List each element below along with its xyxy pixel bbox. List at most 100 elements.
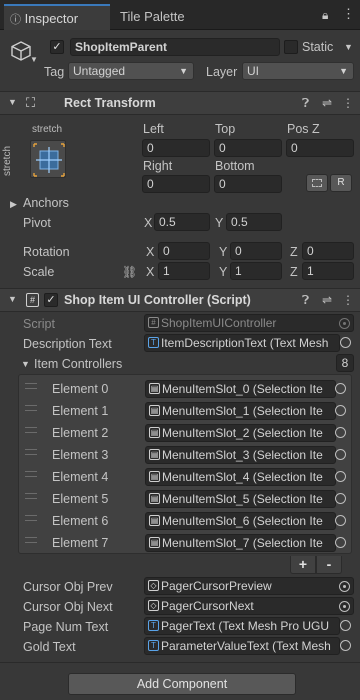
drag-handle-icon[interactable] (25, 405, 37, 411)
element-value: MenuItemSlot_3 (Selection Ite (162, 448, 323, 462)
pivot-label: Pivot (23, 216, 51, 230)
component-menu-icon[interactable]: ⋮ (342, 96, 354, 110)
scale-x-field[interactable]: 1 (158, 262, 210, 280)
foldout-arrow-icon[interactable]: ▼ (8, 294, 17, 304)
item-controllers-size-field[interactable]: 8 (336, 354, 354, 372)
gameobject-small-icon: ◇ (148, 580, 159, 591)
script-value: ShopItemUIController (161, 316, 277, 330)
bottom-field[interactable]: 0 (214, 175, 282, 193)
controller-title: Shop Item UI Controller (Script) (64, 293, 251, 307)
object-picker-icon[interactable] (335, 515, 346, 526)
top-field[interactable]: 0 (214, 139, 282, 157)
component-menu-icon[interactable]: ⋮ (342, 293, 354, 307)
icon-dropdown-caret[interactable]: ▼ (30, 55, 38, 64)
active-checkbox[interactable]: ✓ (50, 40, 64, 54)
selection-item-icon: ▤ (149, 537, 160, 548)
drag-handle-icon[interactable] (25, 537, 37, 543)
list-item[interactable]: Element 1 ▤ MenuItemSlot_1 (Selection It… (19, 400, 351, 422)
cursor-prev-field[interactable]: ◇ PagerCursorPreview (144, 577, 354, 595)
item-controllers-label[interactable]: Item Controllers (34, 357, 122, 371)
item-controllers-foldout-icon[interactable]: ▼ (21, 359, 30, 369)
description-text-label: Description Text (23, 337, 112, 351)
layer-dropdown[interactable]: UI ▼ (242, 62, 354, 80)
link-icon[interactable]: ⛓︎ (122, 265, 137, 279)
list-item[interactable]: Element 0 ▤ MenuItemSlot_0 (Selection It… (19, 378, 351, 400)
drag-handle-icon[interactable] (25, 449, 37, 455)
list-item[interactable]: Element 3 ▤ MenuItemSlot_3 (Selection It… (19, 444, 351, 466)
tab-inspector[interactable]: ⓘ Inspector (4, 4, 110, 30)
rotation-z-field[interactable]: 0 (302, 242, 354, 260)
element-field[interactable]: ▤ MenuItemSlot_7 (Selection Ite (145, 534, 336, 552)
description-text-field[interactable]: T ItemDescriptionText (Text Mesh (144, 334, 340, 352)
pivot-x-field[interactable]: 0.5 (154, 213, 210, 231)
element-field[interactable]: ▤ MenuItemSlot_3 (Selection Ite (145, 446, 336, 464)
posz-field[interactable]: 0 (286, 139, 354, 157)
controller-enabled-checkbox[interactable]: ✓ (44, 293, 58, 307)
drag-handle-icon[interactable] (25, 383, 37, 389)
list-item[interactable]: Element 4 ▤ MenuItemSlot_4 (Selection It… (19, 466, 351, 488)
raw-edit-button[interactable]: R (330, 174, 352, 192)
preset-icon[interactable]: ⇌ (322, 96, 332, 110)
tag-dropdown[interactable]: Untagged ▼ (68, 62, 194, 80)
anchors-foldout-icon[interactable]: ▶ (10, 199, 17, 210)
drag-handle-icon[interactable] (25, 427, 37, 433)
object-picker-icon[interactable] (335, 405, 346, 416)
object-picker-icon[interactable] (335, 427, 346, 438)
object-picker-icon[interactable] (335, 383, 346, 394)
left-field[interactable]: 0 (142, 139, 210, 157)
scale-z-field[interactable]: 1 (302, 262, 354, 280)
object-picker-icon[interactable] (340, 640, 351, 651)
more-menu-icon[interactable]: ⋮ (342, 6, 355, 22)
drag-handle-icon[interactable] (25, 515, 37, 521)
object-picker-icon[interactable] (339, 601, 350, 612)
add-element-button[interactable]: + (290, 556, 316, 574)
element-field[interactable]: ▤ MenuItemSlot_5 (Selection Ite (145, 490, 336, 508)
anchors-label[interactable]: Anchors (23, 196, 69, 210)
help-icon[interactable]: ❓︎ (302, 293, 309, 308)
rotation-y-field[interactable]: 0 (230, 242, 282, 260)
element-value: MenuItemSlot_4 (Selection Ite (162, 470, 323, 484)
help-icon[interactable]: ❓︎ (302, 96, 309, 111)
gold-text-field[interactable]: T ParameterValueText (Text Mesh (144, 637, 340, 655)
object-picker-icon[interactable] (339, 581, 350, 592)
drag-handle-icon[interactable] (25, 471, 37, 477)
element-field[interactable]: ▤ MenuItemSlot_6 (Selection Ite (145, 512, 336, 530)
element-label: Element 0 (52, 382, 109, 396)
static-dropdown-caret[interactable]: ▼ (344, 42, 353, 52)
gameobject-name-field[interactable]: ShopItemParent (70, 38, 280, 56)
list-item[interactable]: Element 6 ▤ MenuItemSlot_6 (Selection It… (19, 510, 351, 532)
element-field[interactable]: ▤ MenuItemSlot_2 (Selection Ite (145, 424, 336, 442)
object-picker-icon[interactable] (340, 620, 351, 631)
list-item[interactable]: Element 5 ▤ MenuItemSlot_5 (Selection It… (19, 488, 351, 510)
right-field[interactable]: 0 (142, 175, 210, 193)
rotation-x-field[interactable]: 0 (158, 242, 210, 260)
cursor-next-field[interactable]: ◇ PagerCursorNext (144, 597, 354, 615)
object-picker-icon[interactable] (335, 493, 346, 504)
static-checkbox[interactable] (284, 40, 298, 54)
remove-element-button[interactable]: - (316, 556, 342, 574)
controller-header[interactable]: ▼ # ✓ Shop Item UI Controller (Script) ❓… (0, 288, 360, 312)
pivot-y-field[interactable]: 0.5 (226, 213, 282, 231)
add-component-button[interactable]: Add Component (68, 673, 296, 695)
object-picker-icon[interactable] (335, 449, 346, 460)
element-field[interactable]: ▤ MenuItemSlot_4 (Selection Ite (145, 468, 336, 486)
element-field[interactable]: ▤ MenuItemSlot_1 (Selection Ite (145, 402, 336, 420)
list-item[interactable]: Element 2 ▤ MenuItemSlot_2 (Selection It… (19, 422, 351, 444)
object-picker-icon[interactable] (335, 471, 346, 482)
scale-y-field[interactable]: 1 (230, 262, 282, 280)
foldout-arrow-icon[interactable]: ▼ (8, 97, 17, 107)
anchor-presets-button[interactable] (30, 140, 66, 178)
object-picker-icon[interactable] (335, 537, 346, 548)
rect-transform-header[interactable]: ▼ ⛶ Rect Transform ❓︎ ⇌ ⋮ (0, 91, 360, 115)
preset-icon[interactable]: ⇌ (322, 293, 332, 307)
lock-icon[interactable]: 🔒︎ (322, 8, 328, 23)
element-label: Element 3 (52, 448, 109, 462)
page-num-text-field[interactable]: T PagerText (Text Mesh Pro UGU (144, 617, 340, 635)
list-item[interactable]: Element 7 ▤ MenuItemSlot_7 (Selection It… (19, 532, 351, 554)
blueprint-mode-button[interactable] (306, 174, 328, 192)
drag-handle-icon[interactable] (25, 493, 37, 499)
tab-tile-palette[interactable]: Tile Palette (120, 4, 185, 30)
element-field[interactable]: ▤ MenuItemSlot_0 (Selection Ite (145, 380, 336, 398)
object-picker-icon[interactable] (340, 337, 351, 348)
element-value: MenuItemSlot_0 (Selection Ite (162, 382, 323, 396)
